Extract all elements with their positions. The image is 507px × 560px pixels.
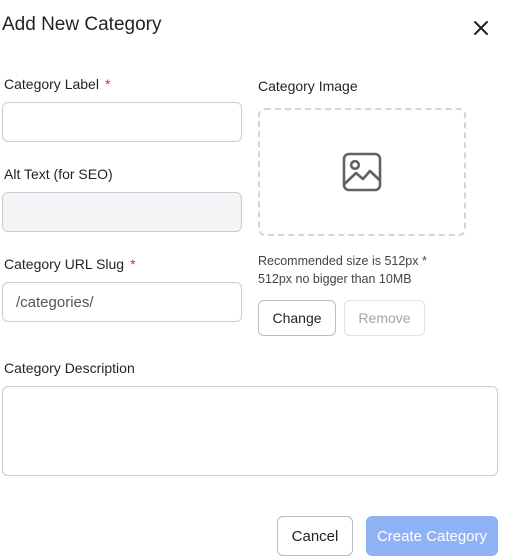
url-slug-text: Category URL Slug [4, 256, 125, 272]
change-image-button[interactable]: Change [258, 300, 336, 336]
category-image-label: Category Image [258, 78, 358, 94]
category-label-text: Category Label [4, 76, 99, 92]
close-icon [474, 21, 488, 35]
image-dropzone[interactable] [258, 108, 466, 236]
description-textarea[interactable] [2, 386, 498, 476]
category-label-input[interactable] [2, 102, 242, 142]
url-slug-input[interactable] [2, 282, 242, 322]
alt-text-input[interactable] [2, 192, 242, 232]
dialog-title: Add New Category [2, 14, 162, 35]
close-button[interactable] [470, 17, 492, 39]
image-size-hint: Recommended size is 512px * 512px no big… [258, 252, 458, 288]
image-icon [342, 152, 382, 192]
required-marker: * [104, 76, 111, 92]
alt-text-label: Alt Text (for SEO) [4, 166, 113, 182]
cancel-button[interactable]: Cancel [277, 516, 353, 556]
required-marker: * [130, 256, 136, 272]
create-category-button[interactable]: Create Category [366, 516, 498, 556]
hint-line-1: Recommended size is 512px * [258, 254, 427, 268]
hint-line-2: 512px no bigger than 10MB [258, 272, 412, 286]
category-label-label: Category Label * [4, 76, 110, 92]
url-slug-label: Category URL Slug * [4, 256, 136, 272]
description-label: Category Description [4, 360, 135, 376]
remove-image-button[interactable]: Remove [344, 300, 425, 336]
